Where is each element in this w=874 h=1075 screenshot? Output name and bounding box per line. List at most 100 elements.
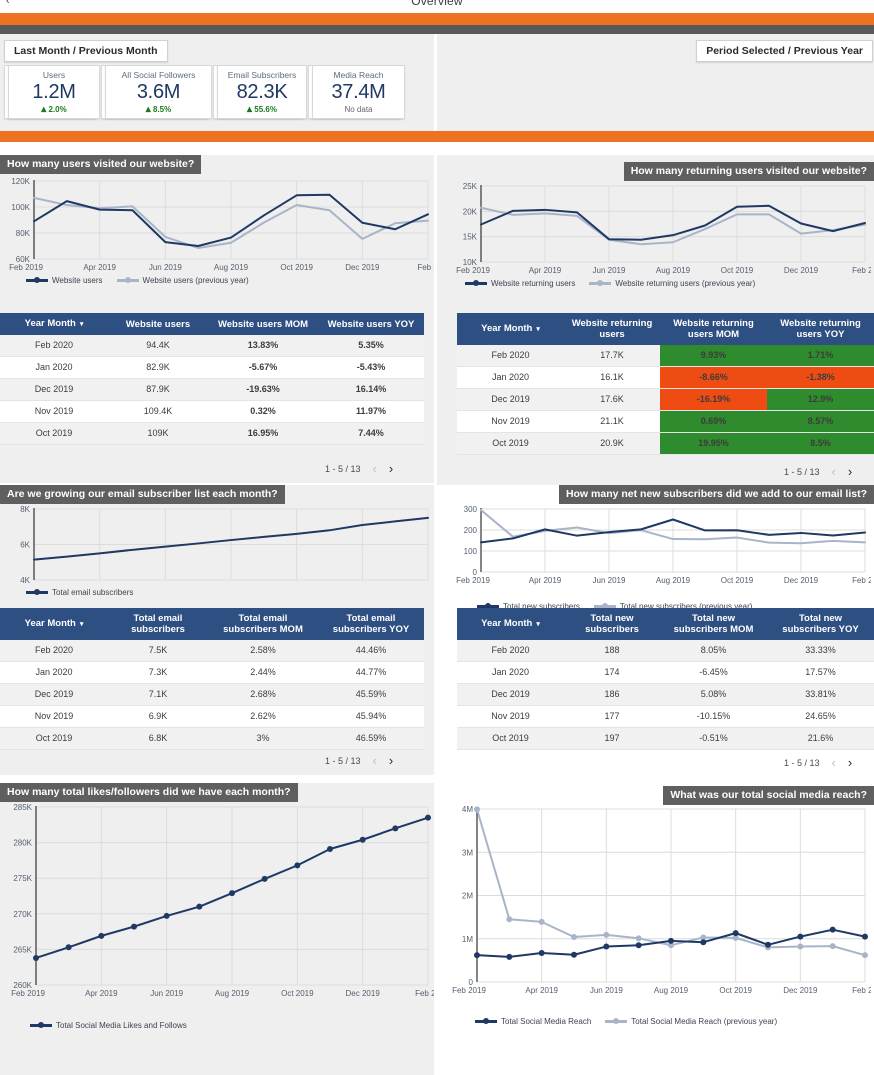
column-header-metric-1[interactable]: Website returning users: [564, 313, 660, 345]
chart-legend-returning_users: Website returning users Website returning…: [465, 279, 755, 288]
chart-social-likes[interactable]: 260K265K270K275K280K285KFeb 2019Apr 2019…: [0, 801, 434, 1025]
column-header-metric-3[interactable]: Website users YOY: [318, 313, 424, 335]
cell-month: Nov 2019: [0, 401, 108, 423]
table-row[interactable]: Dec 20197.1K2.68%45.59%: [0, 684, 424, 706]
cell-value: 6.9K: [108, 706, 208, 728]
legend-label: Website returning users (previous year): [615, 279, 755, 288]
pagination-range: 1 - 5 / 13: [325, 756, 361, 766]
legend-item[interactable]: Website users: [26, 276, 103, 285]
column-header-metric-2[interactable]: Total new subscribers MOM: [660, 608, 767, 640]
table-row[interactable]: Nov 2019177-10.15%24.65%: [457, 706, 874, 728]
legend-swatch-icon: [589, 282, 611, 285]
table-row[interactable]: Nov 201921.1K0.69%8.57%: [457, 411, 874, 433]
cell-month: Feb 2020: [0, 640, 108, 662]
chart-canvas-returning_users: 10K15K20K25KFeb 2019Apr 2019Jun 2019Aug …: [447, 180, 871, 278]
table-row[interactable]: Dec 201987.9K-19.63%16.14%: [0, 379, 424, 401]
cell-yoy: 33.81%: [767, 684, 874, 706]
svg-text:Feb 2019: Feb 2019: [456, 266, 490, 275]
chevron-left-icon[interactable]: ‹: [373, 462, 377, 475]
table-email-subscribers[interactable]: Year Month▾Total email subscribersTotal …: [0, 608, 424, 750]
legend-label: Website returning users: [491, 279, 575, 288]
table-row[interactable]: Oct 20196.8K3%46.59%: [0, 728, 424, 750]
legend-item[interactable]: Total Social Media Reach (previous year): [605, 1017, 777, 1026]
svg-text:Feb 2019: Feb 2019: [11, 989, 45, 998]
table-row[interactable]: Feb 202017.7K9.93%1.71%: [457, 345, 874, 367]
table-row[interactable]: Jan 2020174-6.45%17.57%: [457, 662, 874, 684]
sort-caret-icon[interactable]: ▾: [536, 621, 540, 628]
svg-text:Jun 2019: Jun 2019: [593, 576, 626, 585]
column-header-year-month[interactable]: Year Month▾: [0, 608, 108, 640]
table-row[interactable]: Feb 20207.5K2.58%44.46%: [0, 640, 424, 662]
chart-new-subscribers[interactable]: 0100200300Feb 2019Apr 2019Jun 2019Aug 20…: [447, 503, 871, 612]
cell-yoy: 24.65%: [767, 706, 874, 728]
column-header-metric-3[interactable]: Total new subscribers YOY: [767, 608, 874, 640]
kpi-card-users[interactable]: Users1.2M 2.0%: [8, 65, 100, 119]
kpi-card-email-subscribers[interactable]: Email Subscribers82.3K 55.6%: [217, 65, 307, 119]
legend-item[interactable]: Total Social Media Reach: [475, 1017, 591, 1026]
column-header-metric-1[interactable]: Total new subscribers: [564, 608, 660, 640]
chart-returning-users[interactable]: 10K15K20K25KFeb 2019Apr 2019Jun 2019Aug …: [447, 180, 871, 302]
sort-caret-icon[interactable]: ▾: [80, 621, 84, 628]
table-row[interactable]: Nov 20196.9K2.62%45.94%: [0, 706, 424, 728]
chart-social-reach[interactable]: 01M2M3M4MFeb 2019Apr 2019Jun 2019Aug 201…: [447, 803, 871, 1022]
column-header-metric-1[interactable]: Total email subscribers: [108, 608, 208, 640]
column-header-year-month[interactable]: Year Month▾: [457, 608, 564, 640]
table-row[interactable]: Oct 2019109K16.95%7.44%: [0, 423, 424, 445]
chevron-left-icon[interactable]: ‹: [832, 756, 836, 769]
svg-text:Oct 2019: Oct 2019: [719, 986, 752, 995]
chevron-right-icon[interactable]: ›: [848, 756, 852, 769]
period-selector-right[interactable]: Period Selected / Previous Year: [696, 40, 873, 62]
kpi-card-all-social-followers[interactable]: All Social Followers3.6M 8.5%: [105, 65, 212, 119]
sort-caret-icon[interactable]: ▾: [80, 321, 84, 328]
chart-website-users[interactable]: 60K80K100K120KFeb 2019Apr 2019Jun 2019Au…: [0, 175, 434, 299]
legend-item[interactable]: Total Social Media Likes and Follows: [30, 1021, 187, 1030]
table-new-subscribers[interactable]: Year Month▾Total new subscribersTotal ne…: [457, 608, 874, 750]
chevron-right-icon[interactable]: ›: [848, 465, 852, 478]
svg-text:Aug 2019: Aug 2019: [656, 576, 691, 585]
cell-month: Oct 2019: [457, 728, 564, 750]
table-row[interactable]: Feb 202094.4K13.83%5.35%: [0, 335, 424, 357]
column-header-metric-3[interactable]: Total email subscribers YOY: [318, 608, 424, 640]
table-row[interactable]: Oct 2019197-0.51%21.6%: [457, 728, 874, 750]
column-header-metric-3[interactable]: Website returning users YOY: [767, 313, 874, 345]
kpi-card-media-reach[interactable]: Media Reach37.4MNo data: [312, 65, 405, 119]
column-header-year-month[interactable]: Year Month▾: [457, 313, 564, 345]
chevron-right-icon[interactable]: ›: [389, 754, 393, 767]
chevron-right-icon[interactable]: ›: [389, 462, 393, 475]
chart-legend-social_reach: Total Social Media Reach Total Social Med…: [475, 1017, 777, 1026]
period-selector-left[interactable]: Last Month / Previous Month: [4, 40, 168, 62]
legend-item[interactable]: Website users (previous year): [117, 276, 249, 285]
svg-text:15K: 15K: [463, 233, 478, 242]
chevron-left-icon[interactable]: ‹: [373, 754, 377, 767]
cell-month: Nov 2019: [457, 706, 564, 728]
cell-mom: 2.68%: [208, 684, 318, 706]
column-header-year-month[interactable]: Year Month▾: [0, 313, 108, 335]
table-row[interactable]: Dec 20191865.08%33.81%: [457, 684, 874, 706]
cell-value: 6.8K: [108, 728, 208, 750]
sort-caret-icon[interactable]: ▾: [536, 326, 540, 333]
cell-month: Dec 2019: [0, 379, 108, 401]
table-row[interactable]: Feb 20201888.05%33.33%: [457, 640, 874, 662]
svg-text:100K: 100K: [11, 203, 30, 212]
table-row[interactable]: Jan 20207.3K2.44%44.77%: [0, 662, 424, 684]
chevron-left-icon[interactable]: ‹: [832, 465, 836, 478]
column-header-metric-2[interactable]: Website users MOM: [208, 313, 318, 335]
table-row[interactable]: Dec 201917.6K-16.19%12.9%: [457, 389, 874, 411]
cell-value: 21.1K: [564, 411, 660, 433]
table-row[interactable]: Jan 202016.1K-8.66%-1.38%: [457, 367, 874, 389]
table-header-row: Year Month▾Total new subscribersTotal ne…: [457, 608, 874, 640]
column-header-metric-2[interactable]: Total email subscribers MOM: [208, 608, 318, 640]
chart-email-subscribers[interactable]: 4K6K8KTotal email subscribers: [0, 503, 434, 620]
legend-item[interactable]: Website returning users: [465, 279, 575, 288]
legend-item[interactable]: Website returning users (previous year): [589, 279, 755, 288]
gray-separator-band: [0, 25, 874, 34]
table-row[interactable]: Jan 202082.9K-5.67%-5.43%: [0, 357, 424, 379]
kpi-label: Email Subscribers: [218, 70, 306, 81]
column-header-metric-1[interactable]: Website users: [108, 313, 208, 335]
table-row[interactable]: Oct 201920.9K19.95%8.5%: [457, 433, 874, 455]
legend-item[interactable]: Total email subscribers: [26, 588, 133, 597]
table-row[interactable]: Nov 2019109.4K0.32%11.97%: [0, 401, 424, 423]
table-website-users[interactable]: Year Month▾Website usersWebsite users MO…: [0, 313, 424, 445]
table-returning-users[interactable]: Year Month▾Website returning usersWebsit…: [457, 313, 874, 455]
column-header-metric-2[interactable]: Website returning users MOM: [660, 313, 767, 345]
